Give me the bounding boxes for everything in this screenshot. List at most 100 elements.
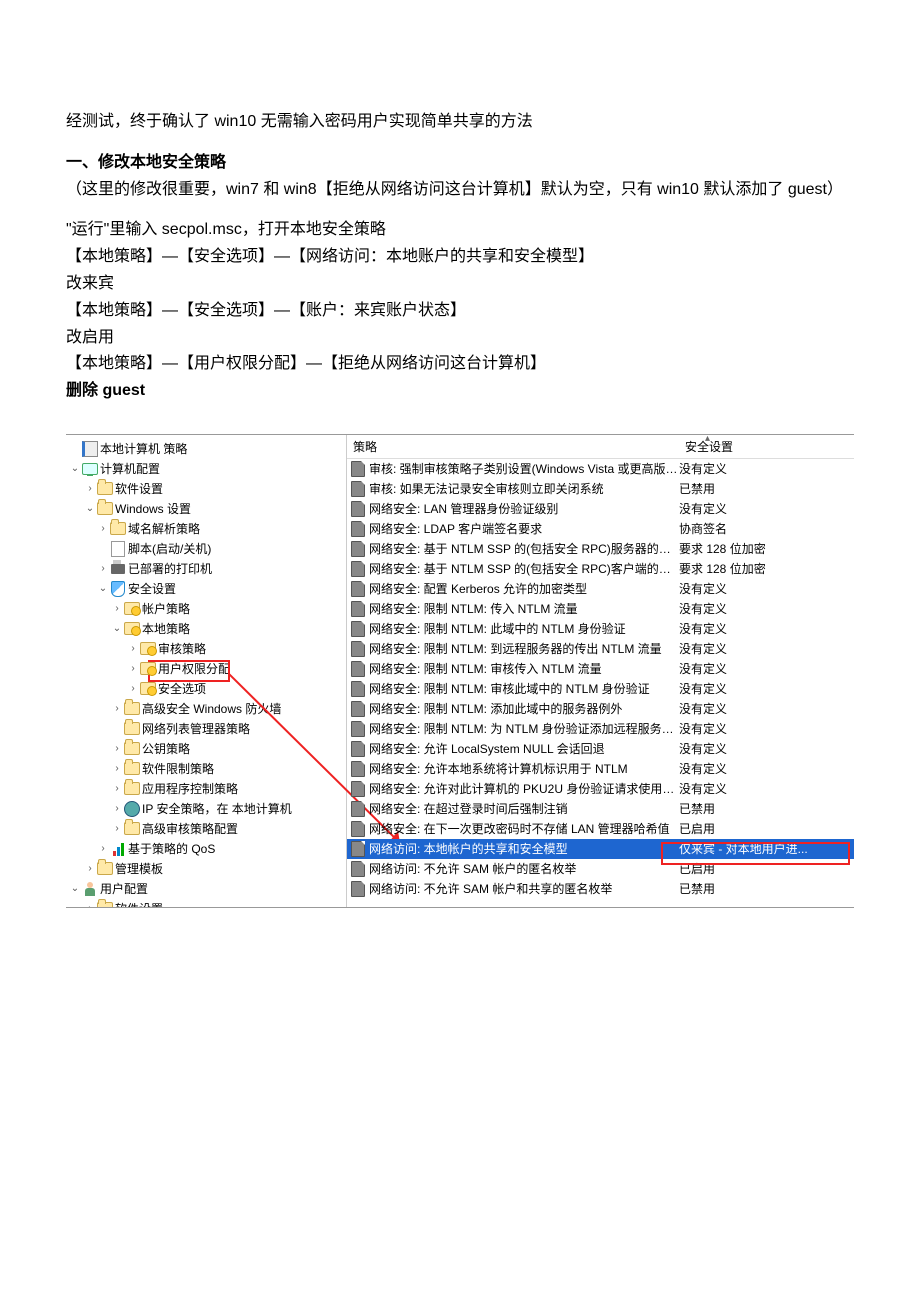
- chevron-down-icon[interactable]: ⌄: [83, 503, 97, 514]
- user-icon: [82, 881, 98, 897]
- policy-doc-icon: [351, 522, 365, 536]
- tree-item[interactable]: ›基于策略的 QoS: [68, 839, 346, 859]
- policy-setting: 要求 128 位加密: [679, 540, 854, 557]
- policy-row[interactable]: 网络安全: 基于 NTLM SSP 的(包括安全 RPC)服务器的最小...要求…: [347, 539, 854, 559]
- tree-item[interactable]: 脚本(启动/关机): [68, 539, 346, 559]
- policy-name: 审核: 强制审核策略子类别设置(Windows Vista 或更高版本...: [369, 460, 679, 477]
- policy-row[interactable]: 网络安全: 限制 NTLM: 此域中的 NTLM 身份验证没有定义: [347, 619, 854, 639]
- policy-row[interactable]: 审核: 强制审核策略子类别设置(Windows Vista 或更高版本...没有…: [347, 459, 854, 479]
- policy-row[interactable]: 网络安全: 基于 NTLM SSP 的(包括安全 RPC)客户端的最小...要求…: [347, 559, 854, 579]
- policy-row[interactable]: 网络安全: 配置 Kerberos 允许的加密类型没有定义: [347, 579, 854, 599]
- chevron-right-icon[interactable]: ›: [126, 683, 140, 694]
- folder-icon: [124, 821, 140, 837]
- policy-list-pane[interactable]: ▴ 策略 安全设置 审核: 强制审核策略子类别设置(Windows Vista …: [347, 435, 854, 907]
- tree-item[interactable]: › 用户权限分配: [68, 659, 346, 679]
- policy-row[interactable]: 网络安全: 限制 NTLM: 审核此域中的 NTLM 身份验证没有定义: [347, 679, 854, 699]
- policy-name: 网络安全: 限制 NTLM: 审核传入 NTLM 流量: [369, 660, 679, 677]
- policy-setting: 没有定义: [679, 580, 854, 597]
- tree-item[interactable]: ›域名解析策略: [68, 519, 346, 539]
- policy-name: 网络安全: LDAP 客户端签名要求: [369, 520, 679, 537]
- tree-item[interactable]: 网络列表管理器策略: [68, 719, 346, 739]
- chevron-right-icon[interactable]: ›: [110, 743, 124, 754]
- policy-row[interactable]: 网络安全: 允许 LocalSystem NULL 会话回退没有定义: [347, 739, 854, 759]
- tree-item[interactable]: ›公钥策略: [68, 739, 346, 759]
- tree-item[interactable]: ›高级审核策略配置: [68, 819, 346, 839]
- policy-row[interactable]: 网络访问: 本地帐户的共享和安全模型仅来宾 - 对本地用户进...: [347, 839, 854, 859]
- chevron-down-icon[interactable]: ⌄: [68, 463, 82, 474]
- tree-item[interactable]: ›软件限制策略: [68, 759, 346, 779]
- policy-name: 网络安全: 允许本地系统将计算机标识用于 NTLM: [369, 760, 679, 777]
- tree-item[interactable]: ›安全选项: [68, 679, 346, 699]
- column-header-policy[interactable]: 策略: [347, 435, 679, 458]
- chevron-right-icon[interactable]: ›: [110, 803, 124, 814]
- fold-lock-icon: [124, 601, 140, 617]
- policy-name: 网络访问: 不允许 SAM 帐户的匿名枚举: [369, 860, 679, 877]
- policy-setting: 已启用: [679, 820, 854, 837]
- policy-doc-icon: [351, 642, 365, 656]
- policy-row[interactable]: 网络访问: 不允许 SAM 帐户和共享的匿名枚举已禁用: [347, 879, 854, 899]
- chevron-right-icon[interactable]: ›: [83, 903, 97, 908]
- tree-item-label: 用户配置: [100, 880, 148, 897]
- policy-name: 网络安全: 基于 NTLM SSP 的(包括安全 RPC)客户端的最小...: [369, 560, 679, 577]
- policy-row[interactable]: 网络安全: 允许对此计算机的 PKU2U 身份验证请求使用联...没有定义: [347, 779, 854, 799]
- tree-item-label: 软件设置: [115, 900, 163, 908]
- policy-setting: 已禁用: [679, 800, 854, 817]
- policy-row[interactable]: 网络安全: 限制 NTLM: 传入 NTLM 流量没有定义: [347, 599, 854, 619]
- policy-row[interactable]: 网络安全: 限制 NTLM: 为 NTLM 身份验证添加远程服务器...没有定义: [347, 719, 854, 739]
- policy-doc-icon: [351, 682, 365, 696]
- policy-setting: 没有定义: [679, 500, 854, 517]
- document-text: 经测试，终于确认了 win10 无需输入密码用户实现简单共享的方法 一、修改本地…: [0, 0, 920, 404]
- tree-item-label: 本地策略: [142, 620, 190, 637]
- policy-setting: 没有定义: [679, 620, 854, 637]
- policy-row[interactable]: 网络安全: 限制 NTLM: 到远程服务器的传出 NTLM 流量没有定义: [347, 639, 854, 659]
- policy-row[interactable]: 审核: 如果无法记录安全审核则立即关闭系统已禁用: [347, 479, 854, 499]
- chevron-down-icon[interactable]: ⌄: [110, 623, 124, 634]
- list-header[interactable]: 策略 安全设置: [347, 435, 854, 459]
- chevron-right-icon[interactable]: ›: [83, 863, 97, 874]
- tree-item[interactable]: ›已部署的打印机: [68, 559, 346, 579]
- chevron-right-icon[interactable]: ›: [110, 823, 124, 834]
- chevron-down-icon[interactable]: ⌄: [96, 583, 110, 594]
- chevron-right-icon[interactable]: ›: [110, 763, 124, 774]
- tree-item[interactable]: › 软件设置: [68, 899, 346, 908]
- chevron-right-icon[interactable]: ›: [96, 843, 110, 854]
- tree-item[interactable]: ›软件设置: [68, 479, 346, 499]
- chevron-right-icon[interactable]: ›: [110, 783, 124, 794]
- tree-item-label: 用户权限分配: [158, 660, 230, 677]
- policy-row[interactable]: 网络安全: 限制 NTLM: 添加此域中的服务器例外没有定义: [347, 699, 854, 719]
- chevron-right-icon[interactable]: ›: [96, 523, 110, 534]
- policy-row[interactable]: 网络安全: 允许本地系统将计算机标识用于 NTLM没有定义: [347, 759, 854, 779]
- chevron-right-icon[interactable]: ›: [96, 563, 110, 574]
- policy-doc-icon: [351, 782, 365, 796]
- tree-pane[interactable]: 本地计算机 策略⌄计算机配置 › 软件设置 ⌄Windows 设置›域名解析策略脚本(…: [66, 435, 347, 907]
- policy-row[interactable]: 网络安全: 在超过登录时间后强制注销已禁用: [347, 799, 854, 819]
- policy-row[interactable]: 网络安全: LAN 管理器身份验证级别没有定义: [347, 499, 854, 519]
- policy-row[interactable]: 网络安全: LDAP 客户端签名要求协商签名: [347, 519, 854, 539]
- policy-row[interactable]: 网络访问: 不允许 SAM 帐户的匿名枚举已启用: [347, 859, 854, 879]
- policy-setting: 仅来宾 - 对本地用户进...: [679, 840, 854, 857]
- tree-item[interactable]: ›管理模板: [68, 859, 346, 879]
- chevron-right-icon[interactable]: ›: [126, 643, 140, 654]
- policy-row[interactable]: 网络安全: 限制 NTLM: 审核传入 NTLM 流量没有定义: [347, 659, 854, 679]
- tree-item[interactable]: ›IP 安全策略，在 本地计算机: [68, 799, 346, 819]
- tree-item[interactable]: ⌄计算机配置: [68, 459, 346, 479]
- tree-item[interactable]: 本地计算机 策略: [68, 439, 346, 459]
- tree-item[interactable]: ›审核策略: [68, 639, 346, 659]
- policy-name: 网络安全: 限制 NTLM: 审核此域中的 NTLM 身份验证: [369, 680, 679, 697]
- chevron-right-icon[interactable]: ›: [83, 483, 97, 494]
- chevron-right-icon[interactable]: ›: [126, 663, 140, 674]
- tree-item[interactable]: ⌄安全设置: [68, 579, 346, 599]
- tree-item[interactable]: ⌄ 本地策略: [68, 619, 346, 639]
- tree-item[interactable]: ›帐户策略: [68, 599, 346, 619]
- chevron-right-icon[interactable]: ›: [110, 603, 124, 614]
- bars-icon: [110, 841, 126, 857]
- tree-item[interactable]: ›高级安全 Windows 防火墙: [68, 699, 346, 719]
- chevron-right-icon[interactable]: ›: [110, 703, 124, 714]
- tree-item[interactable]: ⌄Windows 设置: [68, 499, 346, 519]
- policy-row[interactable]: 网络安全: 在下一次更改密码时不存储 LAN 管理器哈希值已启用: [347, 819, 854, 839]
- chevron-down-icon[interactable]: ⌄: [68, 883, 82, 894]
- tree-item[interactable]: ⌄ 用户配置: [68, 879, 346, 899]
- folder-icon: [97, 901, 113, 908]
- tree-item[interactable]: ›应用程序控制策略: [68, 779, 346, 799]
- policy-setting: 没有定义: [679, 600, 854, 617]
